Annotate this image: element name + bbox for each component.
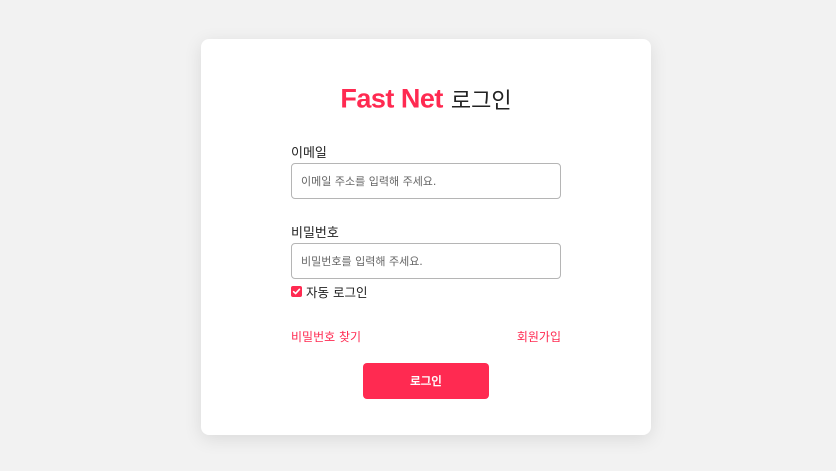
password-input[interactable] — [291, 243, 561, 279]
brand-logo: Fast Net — [340, 83, 443, 114]
login-button[interactable]: 로그인 — [363, 363, 489, 399]
auto-login-option[interactable]: 자동 로그인 — [291, 282, 367, 301]
password-label: 비밀번호 — [291, 226, 339, 241]
find-password-link[interactable]: 비밀번호 찾기 — [291, 328, 361, 345]
auto-login-label: 자동 로그인 — [306, 285, 368, 300]
login-title: Fast Net 로그인 — [201, 83, 651, 115]
auto-login-checkbox[interactable] — [291, 286, 302, 297]
email-label: 이메일 — [291, 146, 327, 161]
title-suffix: 로그인 — [450, 89, 512, 114]
email-input[interactable] — [291, 163, 561, 199]
checkbox-checked-icon — [292, 288, 301, 295]
signup-link[interactable]: 회원가입 — [517, 328, 561, 345]
login-card: Fast Net 로그인 이메일 비밀번호 자동 로그인 비밀번호 찾기 회원가입… — [201, 39, 651, 435]
